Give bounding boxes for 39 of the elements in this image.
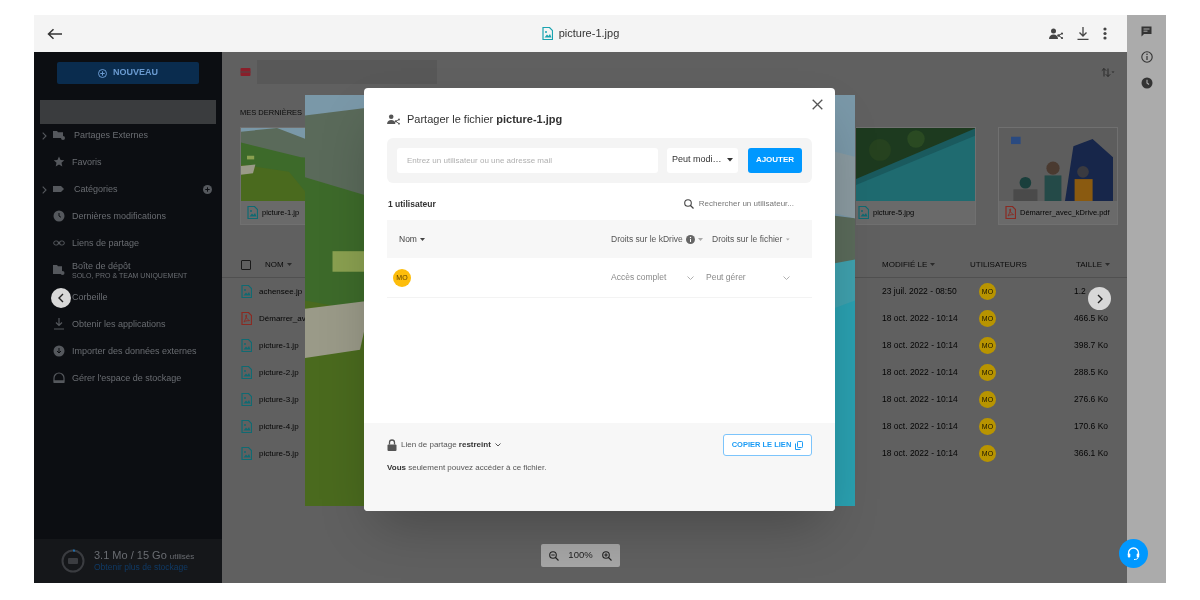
- file-name[interactable]: picture-4.jp: [259, 420, 299, 433]
- file-name[interactable]: picture-3.jp: [259, 393, 299, 406]
- file-size: 366.1 Ko: [1074, 447, 1109, 461]
- file-size: 288.5 Ko: [1074, 366, 1109, 380]
- zoom-level: 100%: [568, 548, 593, 563]
- modified-date: 18 oct. 2022 - 10:14: [882, 393, 959, 407]
- file-size: 276.6 Ko: [1074, 393, 1109, 407]
- sidebar-item[interactable]: Gérer l'espace de stockage: [34, 365, 222, 392]
- file-size: 1.2: [1074, 285, 1086, 299]
- new-button[interactable]: NOUVEAU: [57, 62, 199, 84]
- sidebar-item[interactable]: Obtenir les applications: [34, 311, 222, 338]
- file-name[interactable]: picture-2.jp: [259, 366, 299, 379]
- file-name[interactable]: Démarrer_av: [259, 312, 306, 325]
- modified-date: 18 oct. 2022 - 10:14: [882, 447, 959, 461]
- file-size: 466.5 Ko: [1074, 312, 1109, 326]
- file-name[interactable]: achensee.jp: [259, 285, 303, 298]
- sidebar-item[interactable]: Favoris: [34, 149, 222, 176]
- modified-date: 18 oct. 2022 - 10:14: [882, 366, 959, 380]
- sidebar-item[interactable]: Partages Externes: [34, 122, 222, 149]
- modified-date: 18 oct. 2022 - 10:14: [882, 420, 959, 434]
- sidebar-item[interactable]: Corbeille: [34, 284, 222, 311]
- file-name: picture-1.jpg: [558, 26, 620, 42]
- sidebar-item[interactable]: Dernières modifications: [34, 203, 222, 230]
- sidebar-item[interactable]: Importer des données externes: [34, 338, 222, 365]
- column-header[interactable]: MODIFIÉ LE: [882, 258, 928, 271]
- column-header[interactable]: TAILLE: [1075, 258, 1102, 271]
- file-size: 170.6 Ko: [1074, 420, 1109, 434]
- modified-date: 23 juil. 2022 - 08:50: [882, 285, 958, 299]
- column-header[interactable]: NOM: [265, 258, 284, 271]
- modified-date: 18 oct. 2022 - 10:14: [882, 312, 959, 326]
- modified-date: 18 oct. 2022 - 10:14: [882, 339, 959, 353]
- storage-usage: 3.1 Mo / 15 Go: [94, 550, 167, 562]
- file-size: 398.7 Ko: [1074, 339, 1109, 353]
- storage-label: utilisés: [169, 553, 195, 562]
- sidebar-item[interactable]: Liens de partage: [34, 230, 222, 257]
- file-name[interactable]: picture-1.jp: [259, 339, 299, 352]
- file-name[interactable]: picture-5.jp: [259, 447, 299, 460]
- sidebar-item[interactable]: Catégories: [34, 176, 222, 203]
- column-header[interactable]: UTILISATEURS: [970, 258, 1027, 271]
